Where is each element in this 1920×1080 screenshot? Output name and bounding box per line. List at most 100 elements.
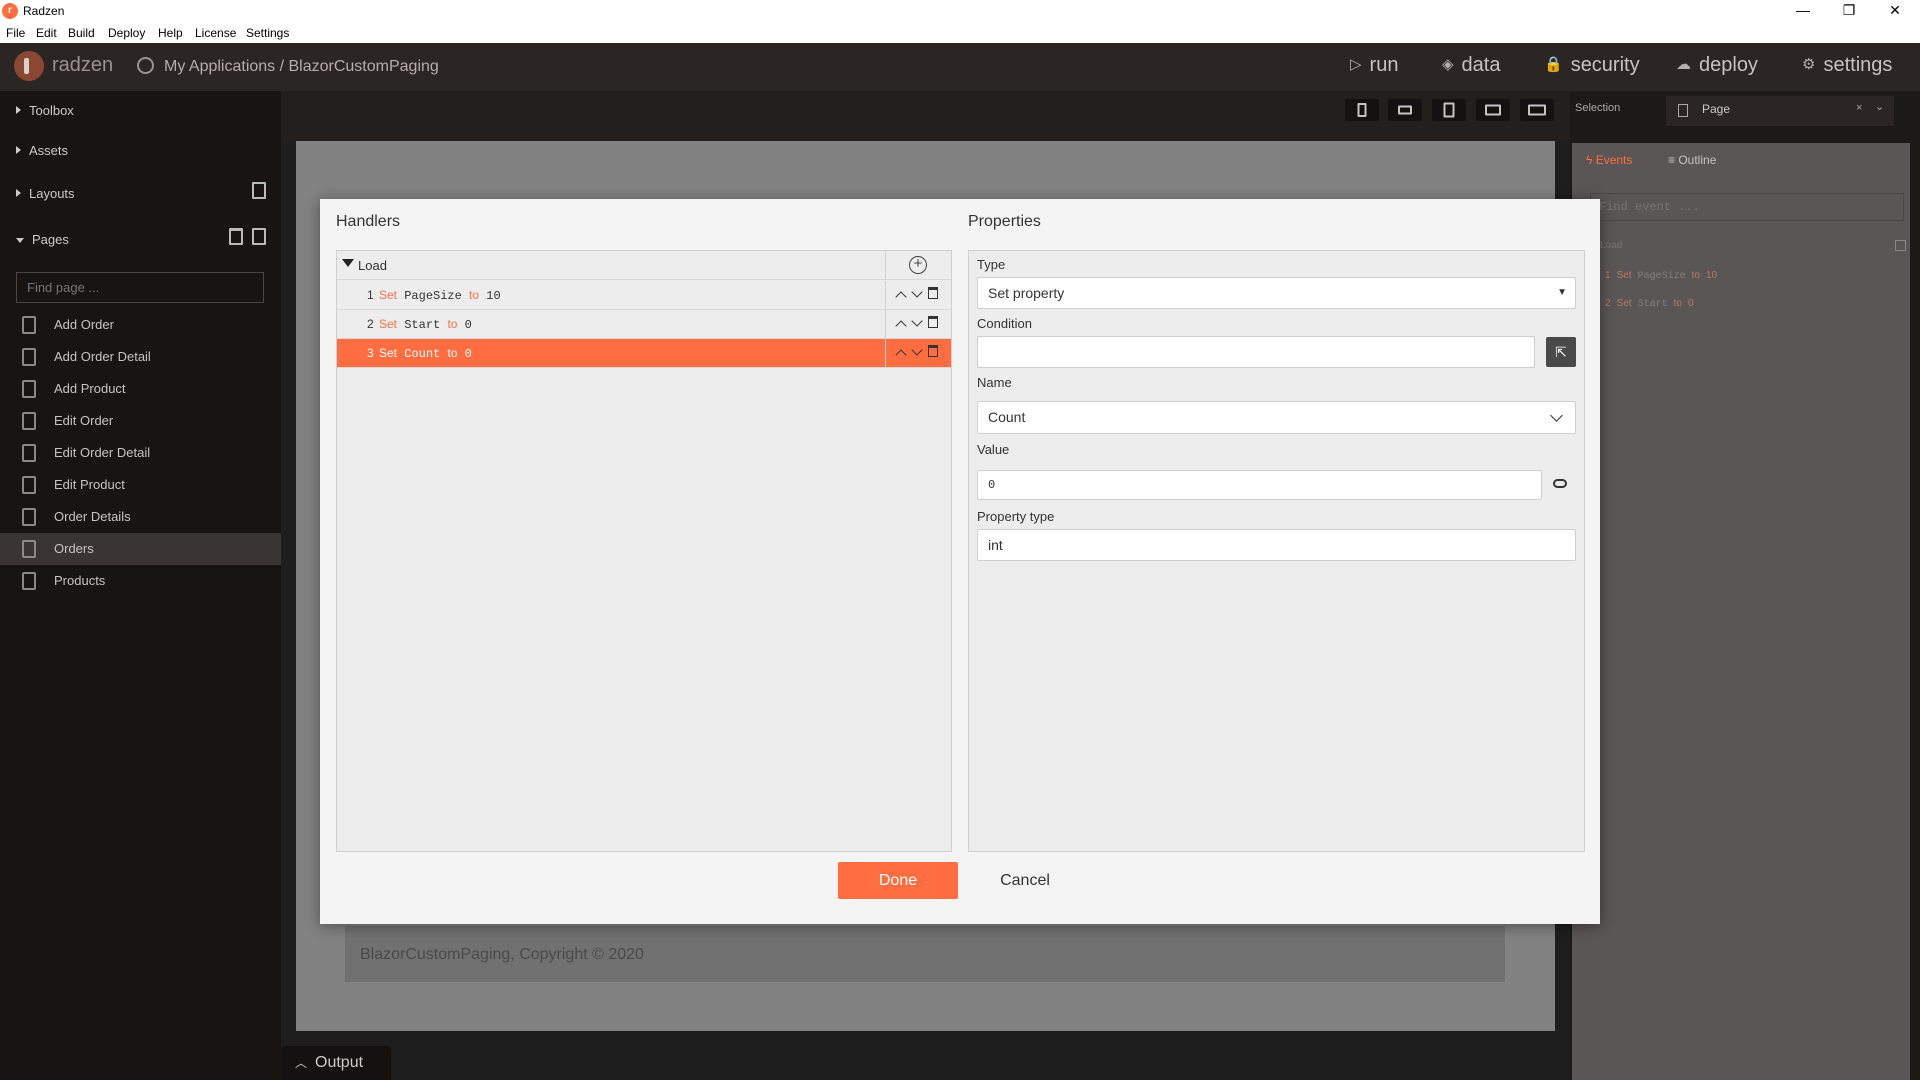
events-panel-body [1572, 143, 1910, 1080]
move-down-icon[interactable] [911, 315, 923, 327]
menu-help[interactable]: Help [158, 26, 183, 40]
condition-input[interactable] [977, 336, 1535, 368]
handler-to: to [447, 346, 458, 360]
handler-value: 10 [486, 289, 501, 303]
menu-build[interactable]: Build [68, 26, 95, 40]
expand-icon [16, 106, 21, 114]
handler-number: 1 [367, 288, 374, 302]
handler-actions [893, 344, 949, 362]
page-item[interactable]: Add Order [0, 309, 281, 341]
collapse-icon[interactable] [342, 259, 354, 267]
section-assets-label: Assets [29, 143, 69, 158]
name-dropdown[interactable]: Count [977, 401, 1576, 434]
move-up-icon[interactable] [895, 320, 907, 332]
home-icon[interactable] [137, 57, 154, 74]
property-type-label: Property type [977, 509, 1055, 524]
menu-settings[interactable]: Settings [246, 26, 289, 40]
device-phone-landscape-icon[interactable] [1388, 99, 1422, 121]
edit-event-icon[interactable] [1895, 240, 1906, 251]
add-page-icon[interactable] [252, 228, 266, 245]
move-down-icon[interactable] [911, 344, 923, 356]
value-input[interactable]: 0 [977, 470, 1542, 500]
nav-security[interactable]: 🔒 security [1544, 54, 1640, 77]
open-expression-editor-icon[interactable]: ⇱ [1546, 337, 1576, 367]
add-handler-icon[interactable]: + [909, 256, 927, 274]
delete-icon[interactable] [928, 345, 938, 357]
breadcrumb[interactable]: My Applications / BlazorCustomPaging [164, 58, 439, 76]
menu-edit[interactable]: Edit [36, 26, 57, 40]
find-page-input[interactable] [16, 272, 264, 303]
device-phone-portrait-icon[interactable] [1345, 99, 1379, 121]
page-item-label: Products [54, 573, 106, 588]
handler-row[interactable]: 2 Set Start to 0 [337, 310, 951, 339]
handler-action: Set [379, 288, 398, 302]
chevron-down-icon[interactable]: ⌄ [1875, 100, 1884, 113]
condition-label: Condition [977, 316, 1032, 331]
close-window-button[interactable]: ✕ [1872, 0, 1918, 22]
nav-deploy-label: deploy [1699, 54, 1758, 76]
handler-row[interactable]: 1 Set PageSize to 10 [337, 281, 951, 310]
property-type-input[interactable]: int [977, 529, 1576, 561]
delete-icon[interactable] [928, 316, 938, 328]
page-item[interactable]: Edit Order [0, 405, 281, 437]
device-tablet-landscape-icon[interactable] [1476, 99, 1510, 121]
nav-data[interactable]: ◈ data [1442, 54, 1500, 77]
event-handler-item[interactable]: 1 Set PageSize to 10 [1605, 270, 1717, 282]
delete-icon[interactable] [928, 287, 938, 299]
cancel-button[interactable]: Cancel [965, 862, 1085, 899]
section-assets[interactable]: Assets [16, 143, 68, 158]
output-tab[interactable]: ︿ Output [281, 1046, 391, 1080]
device-desktop-icon[interactable] [1520, 99, 1554, 121]
page-item[interactable]: Products [0, 565, 281, 597]
type-select[interactable]: Set property ▼ [977, 277, 1576, 309]
handler-to: to [1691, 270, 1700, 281]
clear-selection-icon[interactable]: × [1856, 102, 1862, 114]
event-label: Load [358, 258, 387, 273]
event-handler-item[interactable]: 2 Set Start to 0 [1605, 298, 1694, 310]
handler-property-name: Count [404, 347, 441, 361]
done-button[interactable]: Done [838, 862, 958, 899]
delete-page-icon[interactable] [229, 228, 243, 245]
brand-name: radzen [52, 54, 114, 76]
move-down-icon[interactable] [911, 286, 923, 298]
page-item[interactable]: Add Product [0, 373, 281, 405]
section-toolbox[interactable]: Toolbox [16, 103, 74, 118]
name-label: Name [977, 375, 1012, 390]
nav-deploy[interactable]: ☁ deploy [1676, 54, 1758, 77]
add-layout-icon[interactable] [252, 182, 266, 199]
menu-license[interactable]: License [195, 26, 236, 40]
page-icon [22, 572, 36, 590]
tab-events[interactable]: ϟ Events [1586, 143, 1632, 177]
page-item[interactable]: Orders [0, 533, 281, 565]
minimize-button[interactable]: — [1780, 0, 1826, 22]
maximize-button[interactable]: ❐ [1826, 0, 1872, 22]
find-event-input[interactable] [1590, 193, 1904, 221]
handler-to: to [469, 288, 480, 302]
section-toolbox-label: Toolbox [29, 103, 74, 118]
move-up-icon[interactable] [895, 349, 907, 361]
menu-file[interactable]: File [6, 26, 25, 40]
page-icon [22, 348, 36, 366]
chevron-down-icon [1550, 409, 1563, 422]
handler-text: Set PageSize to 10 [379, 288, 501, 303]
page-item-label: Orders [54, 541, 94, 556]
page-item[interactable]: Edit Product [0, 469, 281, 501]
handler-property-name: Start [404, 318, 441, 332]
page-item[interactable]: Order Details [0, 501, 281, 533]
handler-row[interactable]: 3 Set Count to 0 [337, 339, 951, 368]
nav-settings[interactable]: ⚙ settings [1802, 54, 1892, 77]
section-pages[interactable]: Pages [16, 232, 69, 247]
link-icon[interactable] [1553, 479, 1567, 488]
page-item[interactable]: Add Order Detail [0, 341, 281, 373]
section-layouts[interactable]: Layouts [16, 186, 75, 201]
nav-run[interactable]: ▷ run [1350, 54, 1398, 77]
page-item[interactable]: Edit Order Detail [0, 437, 281, 469]
menu-deploy[interactable]: Deploy [108, 26, 145, 40]
event-row-load[interactable]: Load + [337, 251, 951, 280]
layers-icon: ◈ [1442, 56, 1454, 73]
tab-outline[interactable]: ≡ Outline [1668, 143, 1716, 177]
nav-data-label: data [1461, 54, 1501, 76]
device-tablet-portrait-icon[interactable] [1432, 99, 1466, 121]
selection-value: Page [1702, 102, 1731, 116]
move-up-icon[interactable] [895, 291, 907, 303]
